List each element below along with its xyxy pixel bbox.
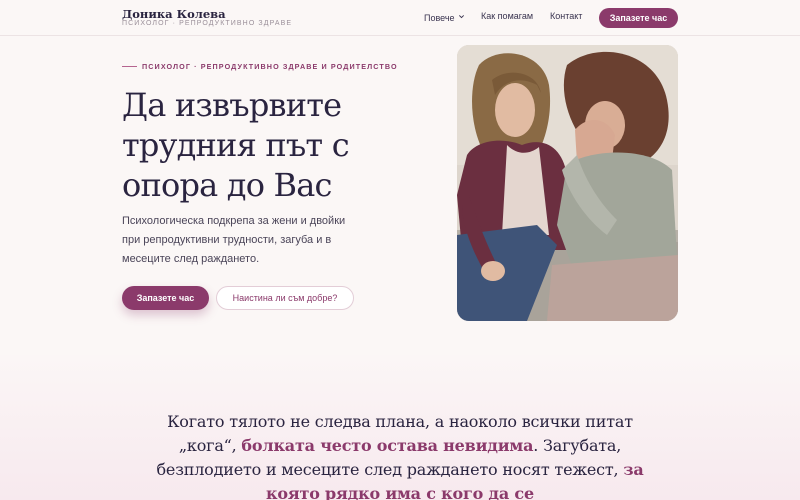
- hero-title-line-3: опора до Вас: [122, 166, 332, 204]
- hero-photo: [457, 45, 678, 321]
- brand-tagline: ПСИХОЛОГ · РЕПРОДУКТИВНО ЗДРАВЕ: [122, 20, 293, 27]
- brand-name[interactable]: Доника Колева: [122, 7, 226, 21]
- intro-quote: Когато тялото не следва плана, а наоколо…: [150, 410, 650, 500]
- chevron-down-icon: [458, 15, 464, 19]
- nav-more-dropdown[interactable]: Повече: [424, 13, 465, 23]
- eyebrow-divider: [122, 65, 137, 67]
- hero-book-button[interactable]: Запазете час: [122, 286, 209, 310]
- nav-link-contact[interactable]: Контакт: [550, 11, 582, 21]
- nav-link-how-i-help[interactable]: Как помагам: [481, 11, 533, 21]
- hero-subtitle: Психологическа подкрепа за жени и двойки…: [122, 215, 346, 265]
- hero-title: Да извървите трудния път с опора до Вас: [122, 85, 422, 205]
- hero-eyebrow-text: ПСИХОЛОГ · РЕПРОДУКТИВНО ЗДРАВЕ И РОДИТЕ…: [142, 62, 398, 71]
- hero-title-line-1: Да извървите: [122, 86, 342, 124]
- nav-more-label: Повече: [424, 13, 455, 23]
- quote-highlight-1: болката често остава невидима: [241, 436, 534, 455]
- site-header: Доника Колева ПСИХОЛОГ · РЕПРОДУКТИВНО З…: [0, 0, 800, 36]
- hero-title-line-2: трудния път с: [122, 126, 350, 164]
- header-book-button[interactable]: Запазете час: [599, 8, 678, 28]
- couple-illustration: [457, 45, 678, 321]
- hero-self-check-button[interactable]: Наистина ли съм добре?: [216, 286, 354, 310]
- hero-eyebrow: ПСИХОЛОГ · РЕПРОДУКТИВНО ЗДРАВЕ И РОДИТЕ…: [122, 62, 398, 71]
